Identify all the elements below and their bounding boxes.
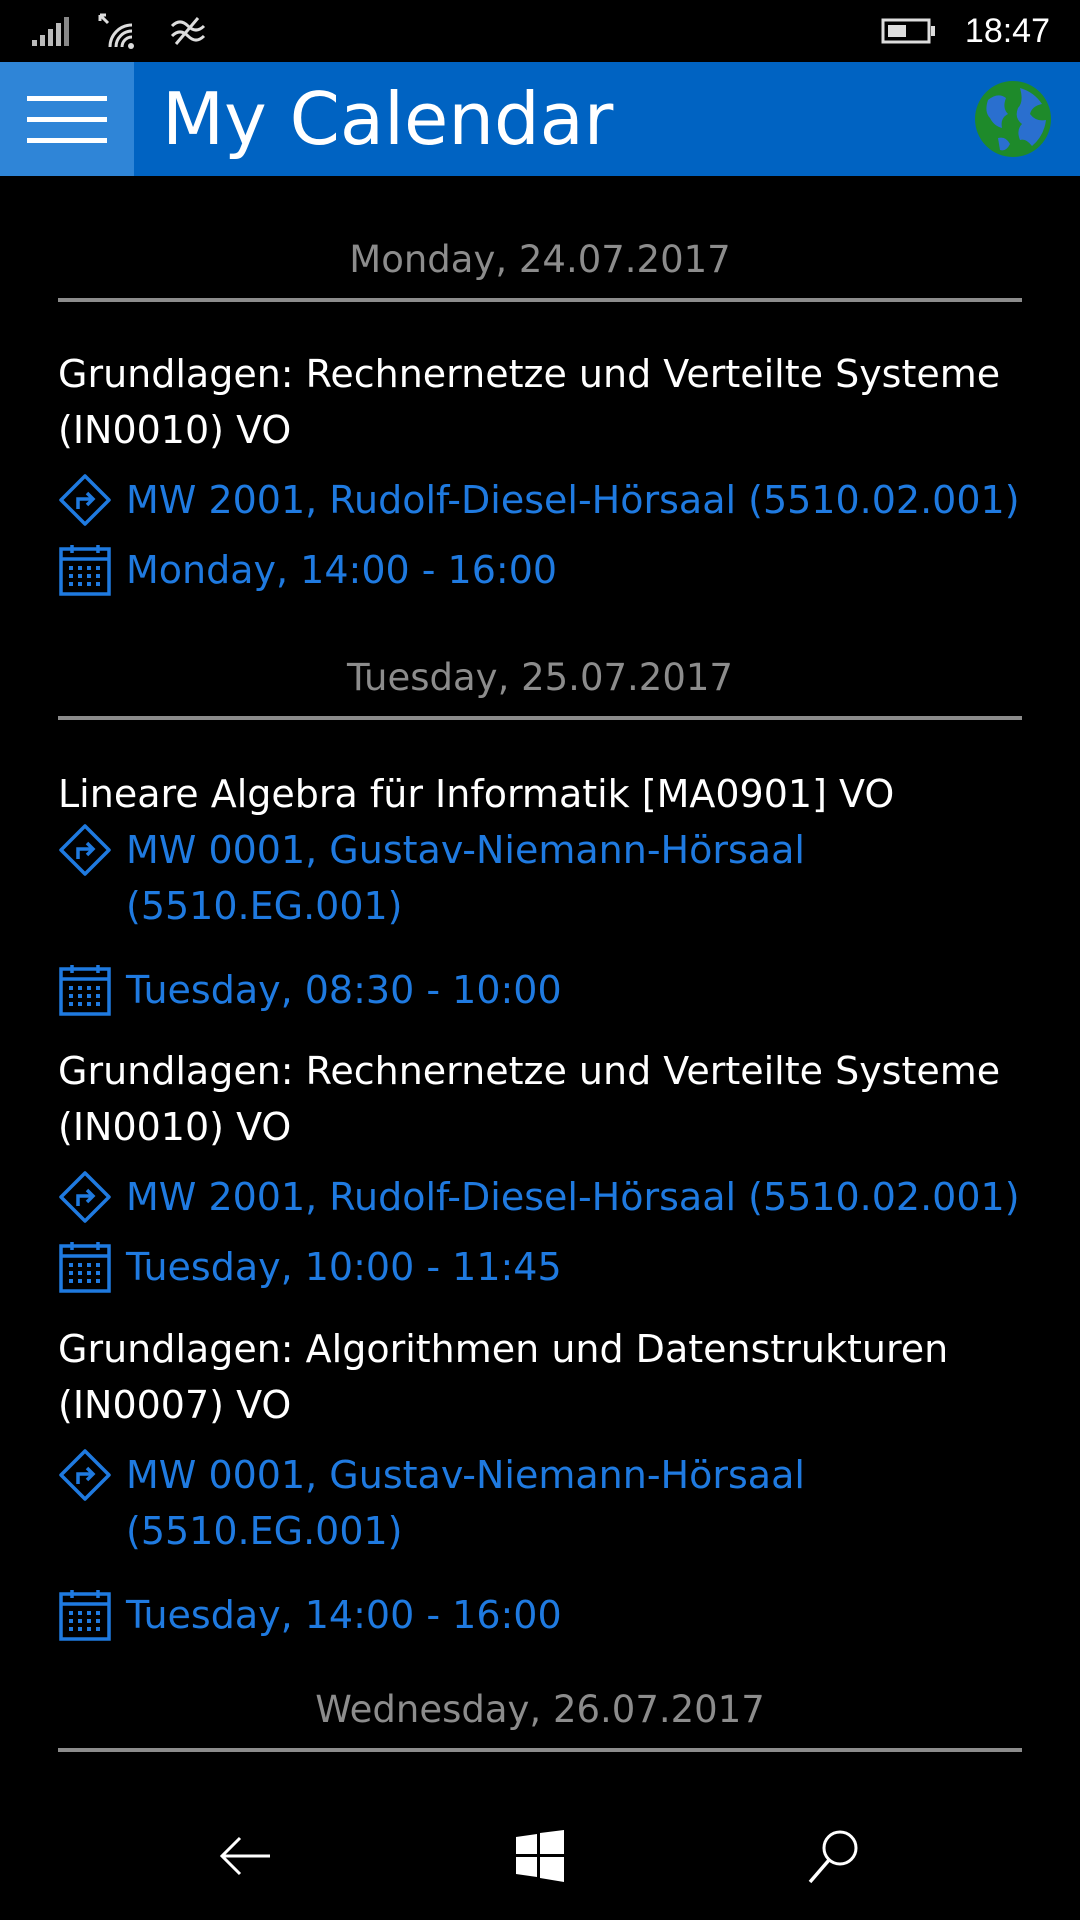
- event-time[interactable]: Tuesday, 10:00 - 11:45: [58, 1239, 1038, 1295]
- wifi-icon: [98, 13, 134, 49]
- event-title[interactable]: Grundlagen: Rechnernetze und Verteilte S…: [58, 1043, 1038, 1155]
- directions-icon: [59, 474, 111, 526]
- calendar-icon: [59, 1242, 111, 1293]
- event-location[interactable]: MW 2001, Rudolf-Diesel-Hörsaal (5510.02.…: [58, 472, 1038, 528]
- page-title: My Calendar: [162, 77, 614, 161]
- directions-icon: [59, 824, 111, 876]
- event-time[interactable]: Tuesday, 14:00 - 16:00: [58, 1587, 1038, 1643]
- event-location-line: MW 2001, Rudolf-Diesel-Hörsaal (5510.02.…: [126, 478, 1020, 522]
- directions-icon: [59, 1449, 111, 1501]
- event-time[interactable]: Monday, 14:00 - 16:00: [58, 542, 1038, 598]
- event-location[interactable]: MW 0001, Gustav-Niemann-Hörsaal (5510.EG…: [58, 1447, 1038, 1559]
- event-location[interactable]: MW 0001, Gustav-Niemann-Hörsaal (5510.EG…: [58, 822, 1038, 934]
- day-label: Tuesday, 25.07.2017: [347, 656, 733, 699]
- event-time-text: Tuesday, 14:00 - 16:00: [126, 1593, 562, 1637]
- event-time-text: Tuesday, 10:00 - 11:45: [126, 1245, 562, 1289]
- event-title[interactable]: Grundlagen: Algorithmen und Datenstruktu…: [58, 1321, 1038, 1433]
- search-button[interactable]: [794, 1816, 874, 1896]
- signal-icon: [32, 17, 69, 46]
- status-bar: 18:47: [0, 0, 1080, 62]
- calendar-icon: [59, 1590, 111, 1641]
- back-icon: [219, 1836, 270, 1876]
- windows-icon: [516, 1830, 564, 1882]
- start-button[interactable]: [500, 1816, 580, 1896]
- menu-icon-line: [27, 137, 107, 143]
- event-title-line: (IN0010) VO: [58, 1105, 292, 1149]
- event-location-line: MW 0001, Gustav-Niemann-Hörsaal: [126, 1453, 805, 1497]
- divider: [58, 716, 1022, 720]
- day-header: Tuesday, 25.07.2017: [58, 654, 1022, 720]
- day-header: Monday, 24.07.2017: [58, 236, 1022, 302]
- cellular-data-icon: [170, 17, 206, 45]
- navigation-bar: [0, 1790, 1080, 1920]
- back-button[interactable]: [206, 1816, 286, 1896]
- event-location-line: MW 0001, Gustav-Niemann-Hörsaal: [126, 828, 805, 872]
- event-time[interactable]: Tuesday, 08:30 - 10:00: [58, 962, 1038, 1018]
- battery-icon: [881, 18, 935, 44]
- calendar-icon: [59, 545, 111, 596]
- event-title[interactable]: Grundlagen: Rechnernetze und Verteilte S…: [58, 346, 1038, 458]
- menu-button[interactable]: [0, 62, 134, 176]
- event-time-text: Tuesday, 08:30 - 10:00: [126, 968, 562, 1012]
- status-time: 18:47: [964, 11, 1050, 50]
- divider: [58, 298, 1022, 302]
- day-label: Monday, 24.07.2017: [349, 238, 731, 281]
- event-title-line: Grundlagen: Algorithmen und Datenstruktu…: [58, 1327, 949, 1371]
- event-title-line: Lineare Algebra für Informatik [MA0901] …: [58, 772, 895, 816]
- calendar-icon: [59, 965, 111, 1016]
- event-location-line: MW 2001, Rudolf-Diesel-Hörsaal (5510.02.…: [126, 1175, 1020, 1219]
- menu-icon-line: [27, 116, 107, 122]
- day-label: Wednesday, 26.07.2017: [315, 1688, 765, 1731]
- event-title-line: Grundlagen: Rechnernetze und Verteilte S…: [58, 1049, 1001, 1093]
- search-icon: [808, 1830, 858, 1884]
- event-title-line: (IN0010) VO: [58, 408, 292, 452]
- event-location[interactable]: MW 2001, Rudolf-Diesel-Hörsaal (5510.02.…: [58, 1169, 1038, 1225]
- calendar-list[interactable]: Monday, 24.07.2017 Grundlagen: Rechnerne…: [0, 176, 1080, 1790]
- menu-icon: [27, 95, 107, 101]
- event-title[interactable]: Lineare Algebra für Informatik [MA0901] …: [58, 766, 1038, 822]
- event-time-text: Monday, 14:00 - 16:00: [126, 548, 558, 592]
- directions-icon: [59, 1171, 111, 1223]
- event-location-line: (5510.EG.001): [126, 1509, 403, 1553]
- day-header: Wednesday, 26.07.2017: [58, 1686, 1022, 1752]
- divider: [58, 1748, 1022, 1752]
- event-location-line: (5510.EG.001): [126, 884, 403, 928]
- app-header: My Calendar: [0, 62, 1080, 176]
- globe-icon[interactable]: [972, 78, 1054, 160]
- event-title-line: Grundlagen: Rechnernetze und Verteilte S…: [58, 352, 1001, 396]
- event-title-line: (IN0007) VO: [58, 1383, 292, 1427]
